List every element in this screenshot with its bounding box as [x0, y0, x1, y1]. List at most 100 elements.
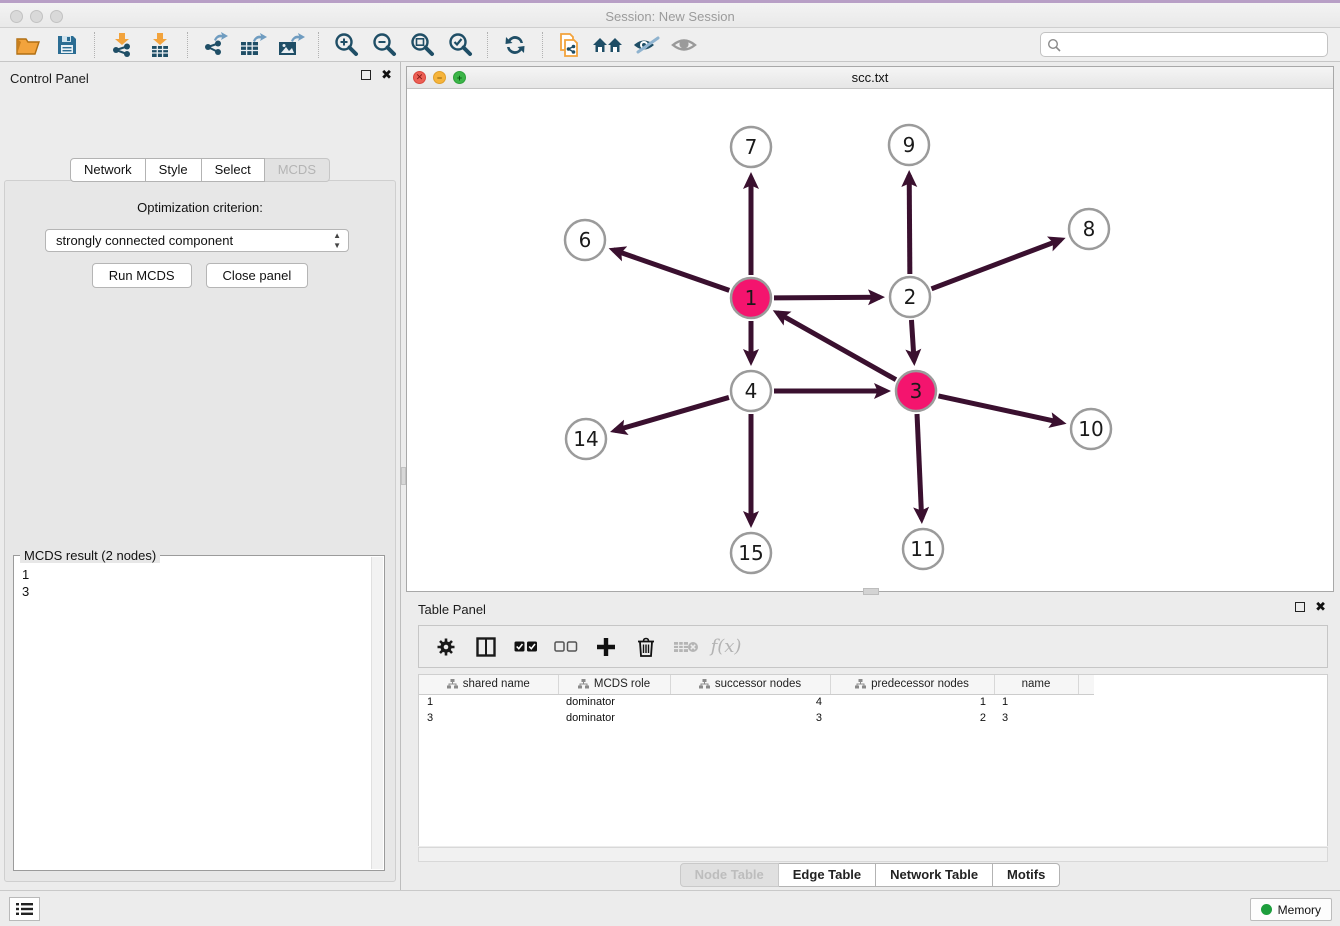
- table-scrollbar[interactable]: [418, 847, 1328, 862]
- graph-node-label-3: 3: [910, 379, 923, 403]
- save-icon: [56, 34, 78, 56]
- table-cell[interactable]: dominator: [558, 710, 670, 726]
- save-session-button[interactable]: [48, 30, 86, 60]
- tab-select[interactable]: Select: [202, 158, 265, 182]
- import-network-button[interactable]: [103, 30, 141, 60]
- tab-node-table[interactable]: Node Table: [680, 863, 779, 887]
- table-cell[interactable]: 1: [994, 694, 1078, 710]
- table-row[interactable]: 3dominator323: [419, 710, 1094, 726]
- show-graphics-details-button[interactable]: [665, 30, 703, 60]
- col-label: shared name: [463, 678, 530, 690]
- task-history-button[interactable]: [9, 897, 40, 921]
- new-network-from-selection-button[interactable]: [551, 30, 589, 60]
- select-all-button[interactable]: [513, 633, 539, 661]
- graph-edge-1-2[interactable]: [774, 297, 880, 298]
- table-cell[interactable]: 1: [419, 694, 558, 710]
- control-panel: Control Panel ✖ Network Style Select MCD…: [0, 62, 400, 890]
- import-table-button[interactable]: [141, 30, 179, 60]
- table-cell[interactable]: 2: [830, 710, 994, 726]
- delete-table-button[interactable]: [673, 633, 699, 661]
- col-predecessor-nodes[interactable]: predecessor nodes: [830, 675, 994, 694]
- close-panel-icon[interactable]: ✖: [381, 70, 392, 80]
- graph-edge-2-9[interactable]: [909, 175, 910, 274]
- mcds-result-text[interactable]: 1 3: [14, 560, 370, 870]
- open-file-button[interactable]: [10, 30, 48, 60]
- table-cell[interactable]: 3: [994, 710, 1078, 726]
- app-titlebar: Session: New Session: [0, 0, 1340, 28]
- table-settings-button[interactable]: [433, 633, 459, 661]
- zoom-out-button[interactable]: [365, 30, 403, 60]
- table-row[interactable]: 1dominator411: [419, 694, 1094, 710]
- col-label: successor nodes: [715, 678, 801, 690]
- close-table-panel-icon[interactable]: ✖: [1315, 602, 1326, 612]
- col-successor-nodes[interactable]: successor nodes: [670, 675, 830, 694]
- col-mcds-role[interactable]: MCDS role: [558, 675, 670, 694]
- graph-edge-3-1[interactable]: [777, 313, 896, 380]
- optimization-criterion-label: Optimization criterion:: [5, 200, 395, 215]
- toolbar-separator: [487, 32, 488, 58]
- column-selector-button[interactable]: [473, 633, 499, 661]
- network-canvas[interactable]: 1234678910111415: [407, 89, 1333, 591]
- table-cell[interactable]: 1: [830, 694, 994, 710]
- zoom-selected-button[interactable]: [441, 30, 479, 60]
- deselect-all-button[interactable]: [553, 633, 579, 661]
- tab-edge-table[interactable]: Edge Table: [779, 863, 876, 887]
- export-network-button[interactable]: [196, 30, 234, 60]
- col-label: predecessor nodes: [871, 678, 969, 690]
- export-table-button[interactable]: [234, 30, 272, 60]
- table-cell[interactable]: 3: [419, 710, 558, 726]
- graph-edge-3-11[interactable]: [917, 414, 922, 519]
- table-cell[interactable]: 3: [670, 710, 830, 726]
- search-input[interactable]: [1065, 38, 1327, 52]
- graph-edge-2-8[interactable]: [932, 240, 1061, 289]
- network-resize-grip[interactable]: [863, 588, 879, 595]
- search-icon: [1047, 38, 1061, 52]
- network-window: ✕ − + scc.txt 1234678910111415: [406, 66, 1334, 592]
- node-table-grid[interactable]: shared name MCDS role successor nodes pr…: [419, 675, 1094, 726]
- import-table-icon: [148, 32, 172, 58]
- table-panel-title: Table Panel: [418, 602, 486, 617]
- hide-graphics-details-button[interactable]: [627, 30, 665, 60]
- criterion-select[interactable]: strongly connected component ▲▼: [45, 229, 349, 252]
- tab-network[interactable]: Network: [70, 158, 146, 182]
- gear-icon: [436, 637, 456, 657]
- zoom-fit-button[interactable]: [403, 30, 441, 60]
- graph-edge-3-10[interactable]: [938, 396, 1061, 423]
- float-panel-icon[interactable]: [361, 70, 371, 80]
- graph-edge-2-3[interactable]: [911, 320, 914, 361]
- graph-edge-1-6[interactable]: [613, 250, 729, 291]
- first-neighbors-button[interactable]: [589, 30, 627, 60]
- tab-style[interactable]: Style: [146, 158, 202, 182]
- result-scrollbar[interactable]: [371, 557, 383, 869]
- trash-icon: [637, 637, 655, 657]
- toolbar-separator: [318, 32, 319, 58]
- float-table-panel-icon[interactable]: [1295, 602, 1305, 612]
- network-titlebar[interactable]: ✕ − + scc.txt: [407, 67, 1333, 89]
- function-builder-button[interactable]: f(x): [713, 633, 739, 661]
- add-column-button[interactable]: [593, 633, 619, 661]
- tab-mcds[interactable]: MCDS: [265, 158, 330, 182]
- apply-layout-button[interactable]: [496, 30, 534, 60]
- criterion-value: strongly connected component: [56, 233, 233, 248]
- network-graph[interactable]: 1234678910111415: [407, 89, 1333, 591]
- table-cell[interactable]: dominator: [558, 694, 670, 710]
- copy-network-icon: [557, 31, 583, 59]
- run-mcds-button[interactable]: Run MCDS: [92, 263, 192, 288]
- table-cell[interactable]: 4: [670, 694, 830, 710]
- zoom-selected-icon: [447, 32, 473, 58]
- tab-motifs[interactable]: Motifs: [993, 863, 1060, 887]
- zoom-in-button[interactable]: [327, 30, 365, 60]
- window-title: Session: New Session: [0, 9, 1340, 24]
- col-shared-name[interactable]: shared name: [419, 675, 558, 694]
- graph-edge-4-14[interactable]: [615, 397, 729, 430]
- delete-column-button[interactable]: [633, 633, 659, 661]
- close-panel-button[interactable]: Close panel: [206, 263, 309, 288]
- export-image-button[interactable]: [272, 30, 310, 60]
- memory-button[interactable]: Memory: [1250, 898, 1332, 921]
- memory-label: Memory: [1278, 903, 1321, 917]
- status-bar: Memory: [0, 890, 1340, 926]
- result-line: 1: [22, 566, 370, 583]
- col-name[interactable]: name: [994, 675, 1078, 694]
- search-box[interactable]: [1040, 32, 1328, 57]
- tab-network-table[interactable]: Network Table: [876, 863, 993, 887]
